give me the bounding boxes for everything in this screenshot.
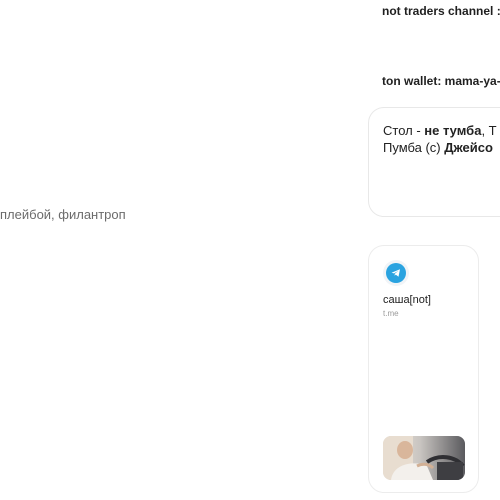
quote-card: Стол - не тумба, Т Пумба (с) Джейсо	[368, 107, 500, 217]
channel-text: not traders channel :	[382, 4, 500, 18]
profile-bio-text: плейбой, филантроп	[0, 207, 126, 222]
wallet-text: ton wallet: mama-ya-	[382, 74, 500, 88]
quote-part: , Т	[481, 123, 497, 138]
telegram-icon	[383, 260, 409, 286]
quote-bold-part: Джейсо	[444, 140, 493, 155]
links-column: not traders channel : ton wallet: mama-y…	[368, 0, 500, 500]
quote-line-1: Стол - не тумба, Т	[383, 122, 500, 139]
link-domain: t.me	[383, 309, 399, 318]
quote-line-2: Пумба (с) Джейсо	[383, 139, 500, 156]
link-thumbnail-image	[383, 436, 465, 480]
quote-part: Пумба (с)	[383, 140, 445, 155]
telegram-link-card[interactable]: саша[not] t.me	[368, 245, 479, 493]
quote-part: Стол -	[383, 123, 425, 138]
link-title: саша[not]	[383, 294, 431, 306]
quote-bold-part: не тумба	[424, 123, 482, 138]
